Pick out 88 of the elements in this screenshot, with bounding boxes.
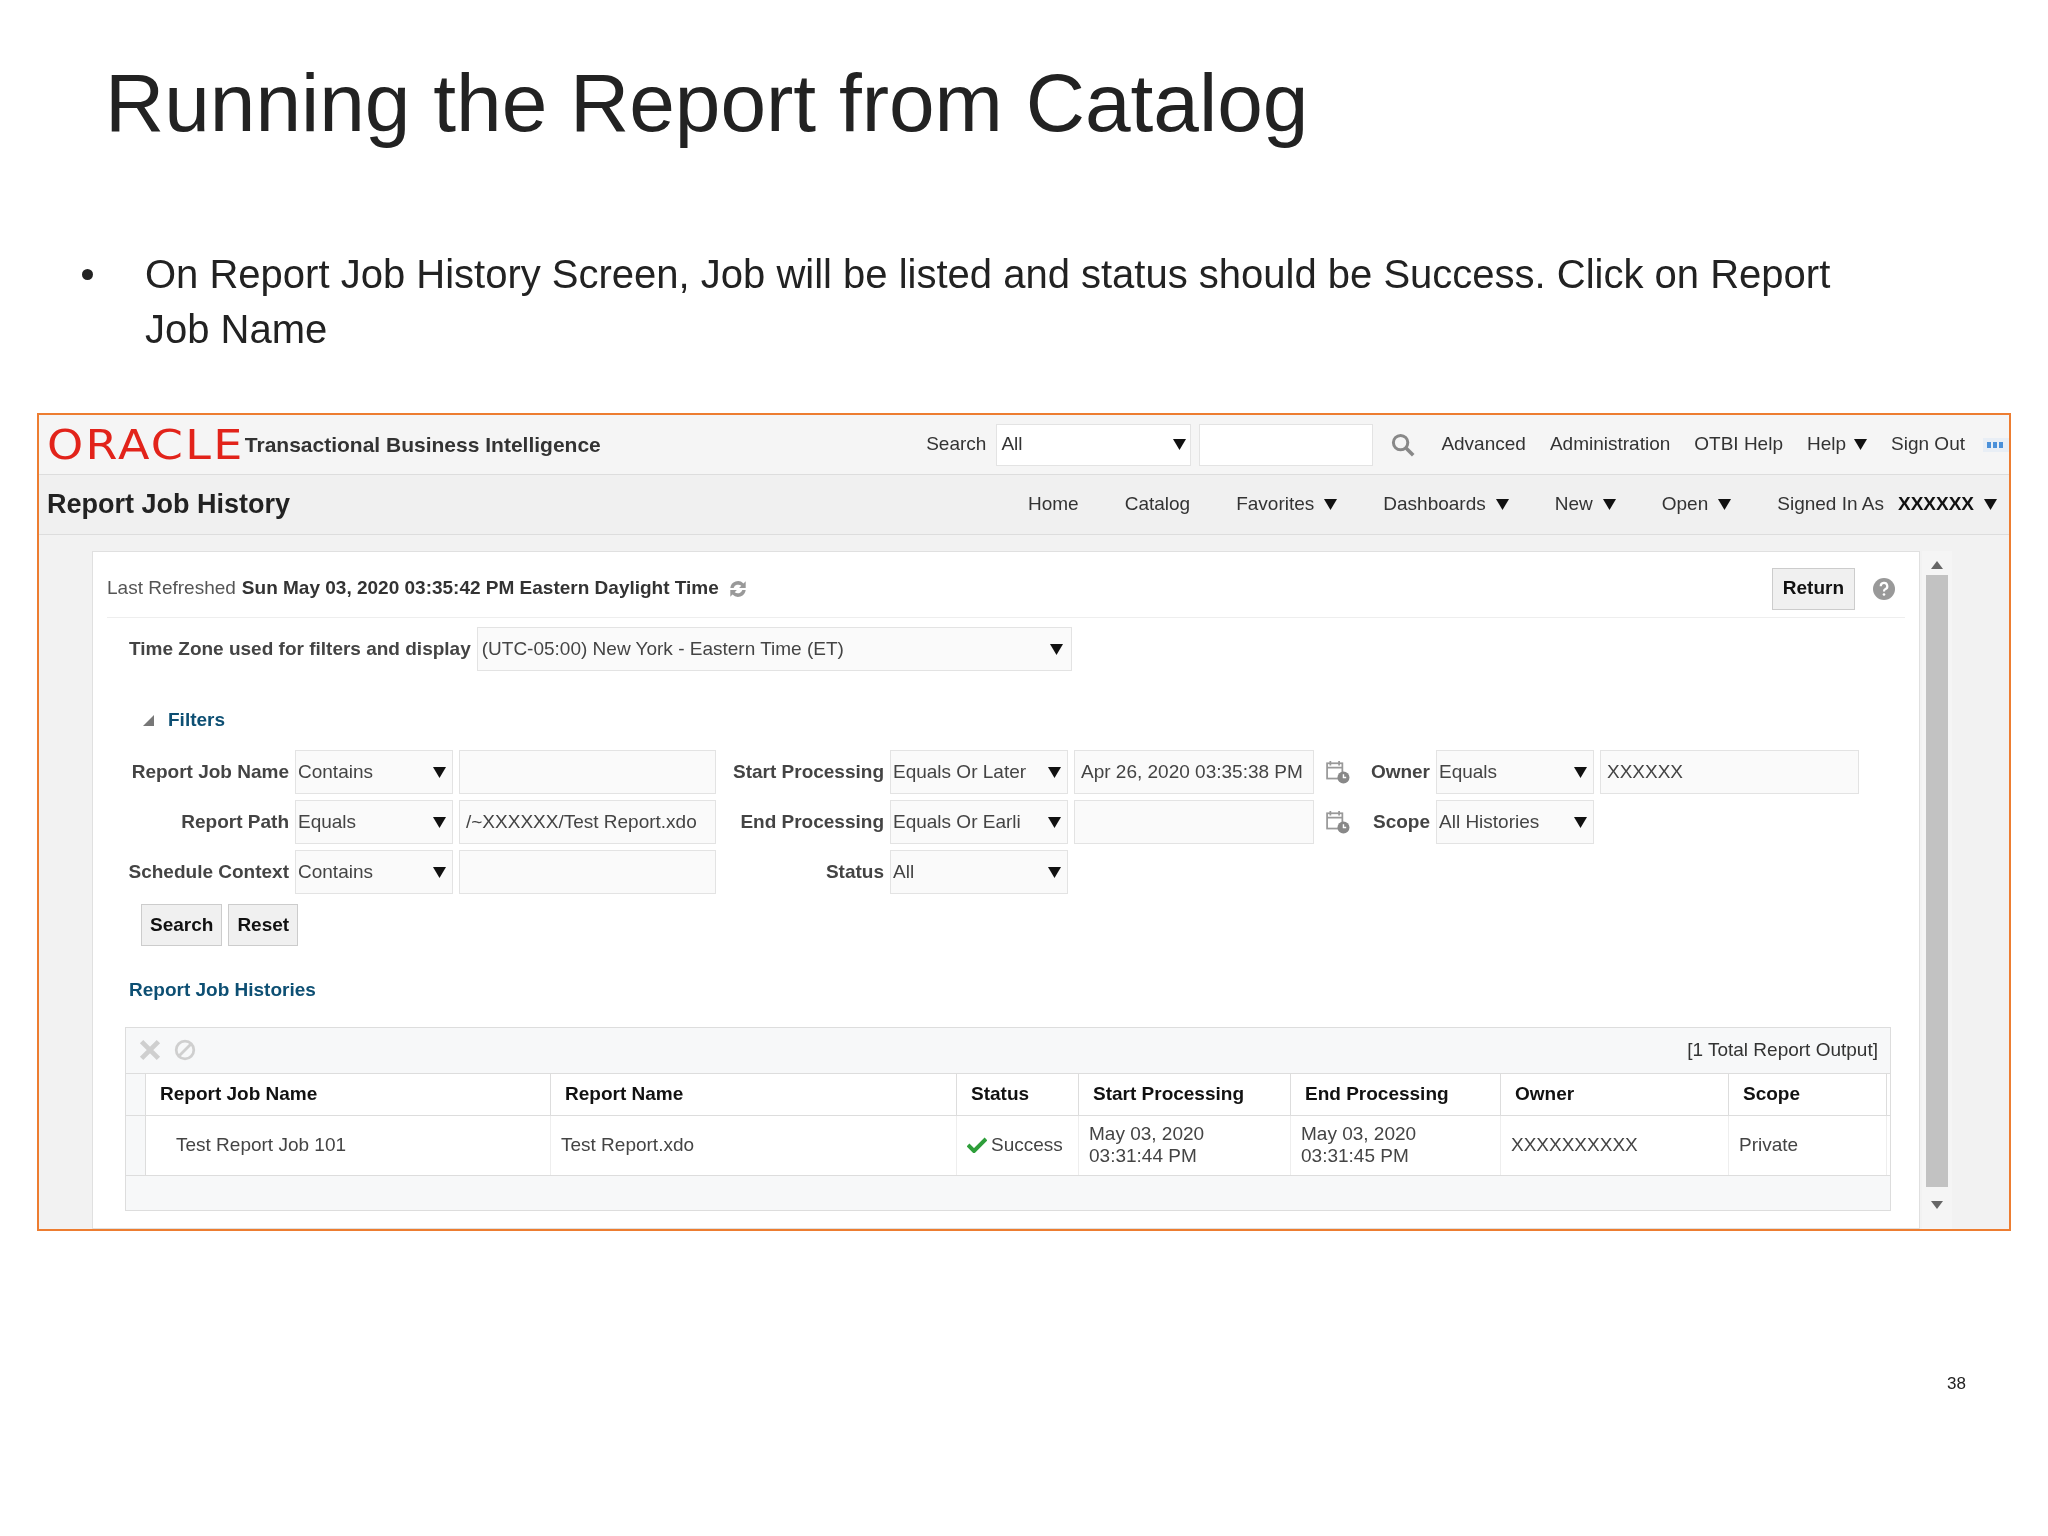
filter-label: Owner (1369, 759, 1430, 784)
caret-icon (433, 866, 446, 878)
bullet-text: On Report Job History Screen, Job will be listed and status should be Success. Click on Report Job Name (145, 251, 1832, 353)
table-cell: Test Report.xdo (561, 1134, 695, 1156)
signed-in-label: Signed In As (1777, 492, 1884, 517)
filter-input[interactable] (459, 850, 716, 894)
filter-button[interactable]: Reset (228, 904, 299, 946)
nav-link[interactable]: Open (1661, 490, 1732, 519)
help-icon (1873, 577, 1895, 600)
header-link[interactable]: Sign Out (1891, 430, 1965, 459)
table-cell: May 03, 2020 03:31:44 PM (1089, 1123, 1205, 1167)
caret-icon (1048, 816, 1061, 828)
column-header: Owner (1501, 1073, 1729, 1115)
caret-icon (1984, 499, 1997, 510)
column-header: Scope (1729, 1073, 1887, 1115)
operator-dropdown[interactable]: All Histories (1436, 800, 1594, 844)
filter-label: Report Job Name (130, 759, 289, 784)
operator-dropdown[interactable]: Equals Or Later (890, 750, 1068, 794)
column-header: Start Processing (1079, 1073, 1291, 1115)
section-title: Report Job Histories (129, 978, 316, 1002)
row-selector[interactable] (126, 1115, 146, 1175)
caret-icon (1049, 643, 1063, 655)
filters-toggle[interactable]: Filters (143, 705, 226, 735)
table-cell: Success (991, 1134, 1063, 1156)
filter-button[interactable]: Search (141, 904, 223, 946)
header-link[interactable]: Help (1807, 430, 1868, 459)
header-link[interactable]: Advanced (1441, 430, 1526, 459)
filter-input[interactable] (1074, 800, 1314, 844)
caret-icon (1574, 816, 1587, 828)
oracle-logo: ORACLE (47, 424, 245, 465)
return-button[interactable]: Return (1771, 567, 1855, 610)
caret-icon (1048, 766, 1061, 778)
nav-link[interactable]: Catalog (1124, 490, 1191, 519)
operator-dropdown[interactable]: Contains (295, 750, 453, 794)
last-refreshed-label: Last Refreshed (107, 576, 236, 601)
bullet-icon (82, 269, 93, 280)
operator-dropdown[interactable]: All (890, 850, 1068, 894)
last-refreshed-time: Sun May 03, 2020 03:35:42 PM Eastern Daylight Time (241, 576, 719, 601)
table-cell: Private (1739, 1134, 1799, 1156)
filter-label: Schedule Context (127, 859, 289, 884)
filter-input[interactable]: Apr 26, 2020 03:35:38 PM (1074, 750, 1314, 794)
search-icon (1391, 432, 1416, 457)
user-menu[interactable]: XXXXXX (1897, 490, 1997, 519)
time-zone-dropdown[interactable]: (UTC-05:00) New York - Eastern Time (ET) (476, 627, 1072, 671)
column-header: Report Job Name (146, 1073, 551, 1115)
scroll-thumb[interactable] (1926, 575, 1948, 1187)
product-name: Transactional Business Intelligence (244, 431, 601, 458)
table-cell: Test Report Job 101 (176, 1134, 347, 1156)
table-cell: XXXXXXXXXX (1511, 1134, 1638, 1156)
page-title: Report Job History (47, 488, 291, 522)
caret-icon (433, 766, 446, 778)
filter-label: Start Processing (732, 759, 884, 784)
operator-dropdown[interactable]: Equals Or Earli (890, 800, 1068, 844)
search-label: Search (926, 432, 987, 457)
search-field[interactable] (1199, 423, 1374, 466)
nav-link[interactable]: Dashboards (1383, 490, 1509, 519)
filter-input[interactable]: XXXXXX (1600, 750, 1859, 794)
table-cell: May 03, 2020 03:31:45 PM (1301, 1123, 1417, 1167)
filter-label: Status (824, 859, 884, 884)
nav-link[interactable]: New (1554, 490, 1616, 519)
nav-link[interactable]: Favorites (1236, 490, 1338, 519)
calendar-clock-icon (1326, 810, 1350, 834)
time-zone-label: Time Zone used for filters and display (129, 636, 471, 661)
scroll-down-icon (1931, 1201, 1943, 1209)
calendar-clock-icon (1326, 760, 1350, 784)
caret-icon (1574, 766, 1587, 778)
search-scope-dropdown[interactable]: All (996, 423, 1192, 466)
filter-input[interactable]: /~XXXXXX/Test Report.xdo (459, 800, 716, 844)
column-header: Report Name (551, 1073, 957, 1115)
header-link[interactable]: Administration (1549, 430, 1671, 459)
header-link[interactable]: OTBI Help (1694, 430, 1783, 459)
column-header: End Processing (1291, 1073, 1501, 1115)
operator-dropdown[interactable]: Equals (295, 800, 453, 844)
nav-link[interactable]: Home (1027, 490, 1079, 519)
operator-dropdown[interactable]: Equals (1436, 750, 1594, 794)
scroll-up-icon (1931, 561, 1943, 569)
filter-label: End Processing (739, 809, 884, 834)
caret-icon (433, 816, 446, 828)
caret-icon (1048, 866, 1061, 878)
column-header: Status (957, 1073, 1079, 1115)
total-count: [1 Total Report Output] (1687, 1037, 1878, 1062)
caret-icon (1173, 439, 1187, 450)
filter-input[interactable] (459, 750, 716, 794)
operator-dropdown[interactable]: Contains (295, 850, 453, 894)
app-menu-icon (1983, 437, 2009, 452)
page-number: 38 (1947, 1372, 1966, 1395)
filter-label: Report Path (180, 809, 289, 834)
filter-label: Scope (1371, 809, 1430, 834)
